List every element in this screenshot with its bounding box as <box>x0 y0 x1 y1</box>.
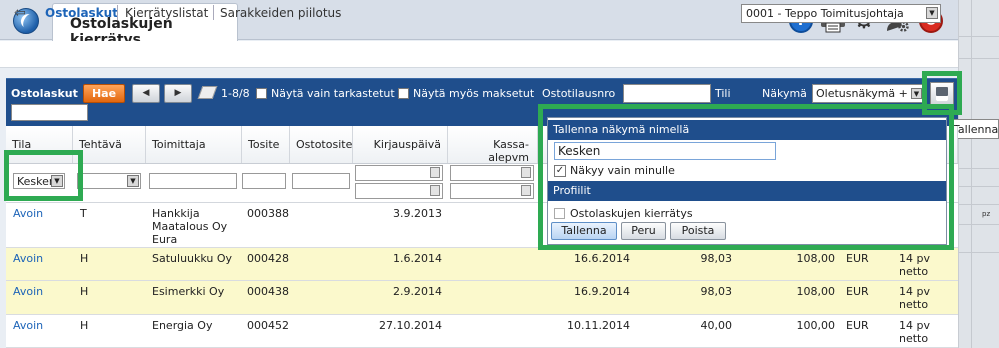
total-cell: 108,00 <box>796 285 836 298</box>
terms-line: netto <box>899 332 929 345</box>
status-link[interactable]: Avoin <box>13 207 43 220</box>
order-number-input[interactable] <box>623 84 711 103</box>
view-label: Näkymä <box>762 87 807 100</box>
task-cell: H <box>80 252 89 265</box>
total-cell: 100,00 <box>796 319 836 332</box>
supplier-line: Hankkija <box>152 207 200 220</box>
back-arrow-icon[interactable]: ⇦ <box>14 5 26 21</box>
status-link[interactable]: Avoin <box>13 319 43 332</box>
currency-cell: EUR <box>846 319 869 332</box>
currency-cell: EUR <box>846 285 869 298</box>
terms-cell: 14 pv netto <box>899 252 930 278</box>
task-cell: H <box>80 285 89 298</box>
nav-link-ostolaskut[interactable]: Ostolaskut <box>45 6 118 20</box>
column-header-kassa-alepvm[interactable]: Kassa-alepvm <box>448 126 538 164</box>
terms-line: 14 pv <box>899 319 930 332</box>
sub-navigation-bar <box>0 41 958 68</box>
discount-date-from-input[interactable] <box>450 165 534 181</box>
voucher-cell: 000438 <box>247 285 289 298</box>
table-row[interactable]: Avoin H Satuluukku Oy 000428 1.6.2014 16… <box>6 248 958 281</box>
voucher-filter-input[interactable] <box>242 173 286 189</box>
supplier-line: Maatalous Oy <box>152 220 228 233</box>
supplier-cell: Energia Oy <box>152 319 213 332</box>
table-row[interactable]: Avoin H Esimerkki Oy 000438 2.9.2014 16.… <box>6 281 958 315</box>
terms-line: netto <box>899 298 929 311</box>
status-link[interactable]: Avoin <box>13 285 43 298</box>
show-paid-checkbox[interactable] <box>398 88 409 99</box>
total-cell: 108,00 <box>796 252 836 265</box>
calendar-icon[interactable] <box>521 167 531 178</box>
supplier-cell: Esimerkki Oy <box>152 285 225 298</box>
toolbar-title: Ostolaskut <box>11 87 78 100</box>
nav-separator <box>213 5 214 20</box>
calendar-icon[interactable] <box>521 185 531 196</box>
nav-link-kierratyslistat[interactable]: Kierrätyslistat <box>125 6 208 20</box>
table-row[interactable]: Avoin H Energia Oy 000452 27.10.2014 10.… <box>6 315 958 348</box>
order-number-label: Ostotilausnro <box>542 87 616 100</box>
due-date-cell: 10.11.2014 <box>567 319 630 332</box>
nav-separator <box>117 5 118 20</box>
user-select-value: 0001 - Teppo Toimitusjohtaja <box>746 7 904 20</box>
chevron-down-icon: ▼ <box>926 7 938 19</box>
due-date-cell: 16.6.2014 <box>574 252 630 265</box>
posting-date-cell: 3.9.2013 <box>393 207 442 220</box>
supplier-filter-input[interactable] <box>149 173 237 189</box>
status-link[interactable]: Avoin <box>13 252 43 265</box>
user-select[interactable]: 0001 - Teppo Toimitusjohtaja ▼ <box>741 4 941 23</box>
discount-date-to-input[interactable] <box>450 183 534 199</box>
next-page-button[interactable]: ▶ <box>164 84 192 103</box>
background-window-strip: pz <box>958 0 999 348</box>
terms-line: 14 pv <box>899 285 930 298</box>
task-cell: H <box>80 319 89 332</box>
posting-date-cell: 2.9.2014 <box>393 285 442 298</box>
highlight-status-filter <box>4 150 83 201</box>
side-snippet-text: pz <box>982 210 991 218</box>
result-range: 1-8/8 <box>221 87 250 100</box>
chevron-down-icon[interactable]: ▼ <box>911 88 922 99</box>
supplier-cell: Hankkija Maatalous Oy Eura <box>152 207 227 246</box>
view-select-value: Oletusnäkymä + <box>816 87 908 100</box>
terms-cell: 14 pv netto <box>899 319 930 345</box>
currency-cell: EUR <box>846 252 869 265</box>
task-filter-select[interactable]: ▼ <box>77 173 141 189</box>
highlight-save-popup <box>538 104 954 250</box>
column-header-ostotosite[interactable]: Ostotosite <box>290 126 353 163</box>
search-button[interactable]: Hae <box>83 84 125 103</box>
column-header-toimittaja[interactable]: Toimittaja <box>146 126 242 163</box>
supplier-cell: Satuluukku Oy <box>152 252 233 265</box>
account-input[interactable] <box>11 104 88 121</box>
show-paid-label: Näytä myös maksetut <box>413 87 535 100</box>
amount-cell: 98,03 <box>700 285 733 298</box>
column-header-kirjauspaiva[interactable]: Kirjauspäivä <box>353 126 448 163</box>
posting-date-cell: 27.10.2014 <box>379 319 442 332</box>
view-select[interactable]: Oletusnäkymä + <box>812 84 924 103</box>
previous-page-button[interactable]: ◀ <box>132 84 160 103</box>
voucher-cell: 000428 <box>247 252 289 265</box>
amount-cell: 40,00 <box>700 319 733 332</box>
terms-cell: 14 pv netto <box>899 285 930 311</box>
nav-link-sarakkeiden-piilotus[interactable]: Sarakkeiden piilotus <box>220 6 341 20</box>
voucher-cell: 000452 <box>247 319 289 332</box>
only-checked-label: Näytä vain tarkastetut <box>271 87 395 100</box>
calendar-icon[interactable] <box>430 167 440 178</box>
account-label: Tili <box>715 87 731 100</box>
column-header-tosite[interactable]: Tosite <box>242 126 290 163</box>
amount-cell: 98,03 <box>700 252 733 265</box>
only-checked-checkbox[interactable] <box>256 88 267 99</box>
column-header-tehtava[interactable]: Tehtävä <box>73 126 146 163</box>
due-date-cell: 16.9.2014 <box>574 285 630 298</box>
task-cell: T <box>80 207 87 220</box>
terms-line: netto <box>899 265 929 278</box>
supplier-line: Eura <box>152 233 178 246</box>
posting-date-cell: 1.6.2014 <box>393 252 442 265</box>
voucher-cell: 000388 <box>247 207 289 220</box>
posting-date-from-input[interactable] <box>355 165 443 181</box>
chevron-down-icon: ▼ <box>127 175 139 187</box>
purchase-voucher-filter-input[interactable] <box>292 173 350 189</box>
posting-date-to-input[interactable] <box>355 183 443 199</box>
calendar-icon[interactable] <box>430 185 440 196</box>
terms-line: 14 pv <box>899 252 930 265</box>
